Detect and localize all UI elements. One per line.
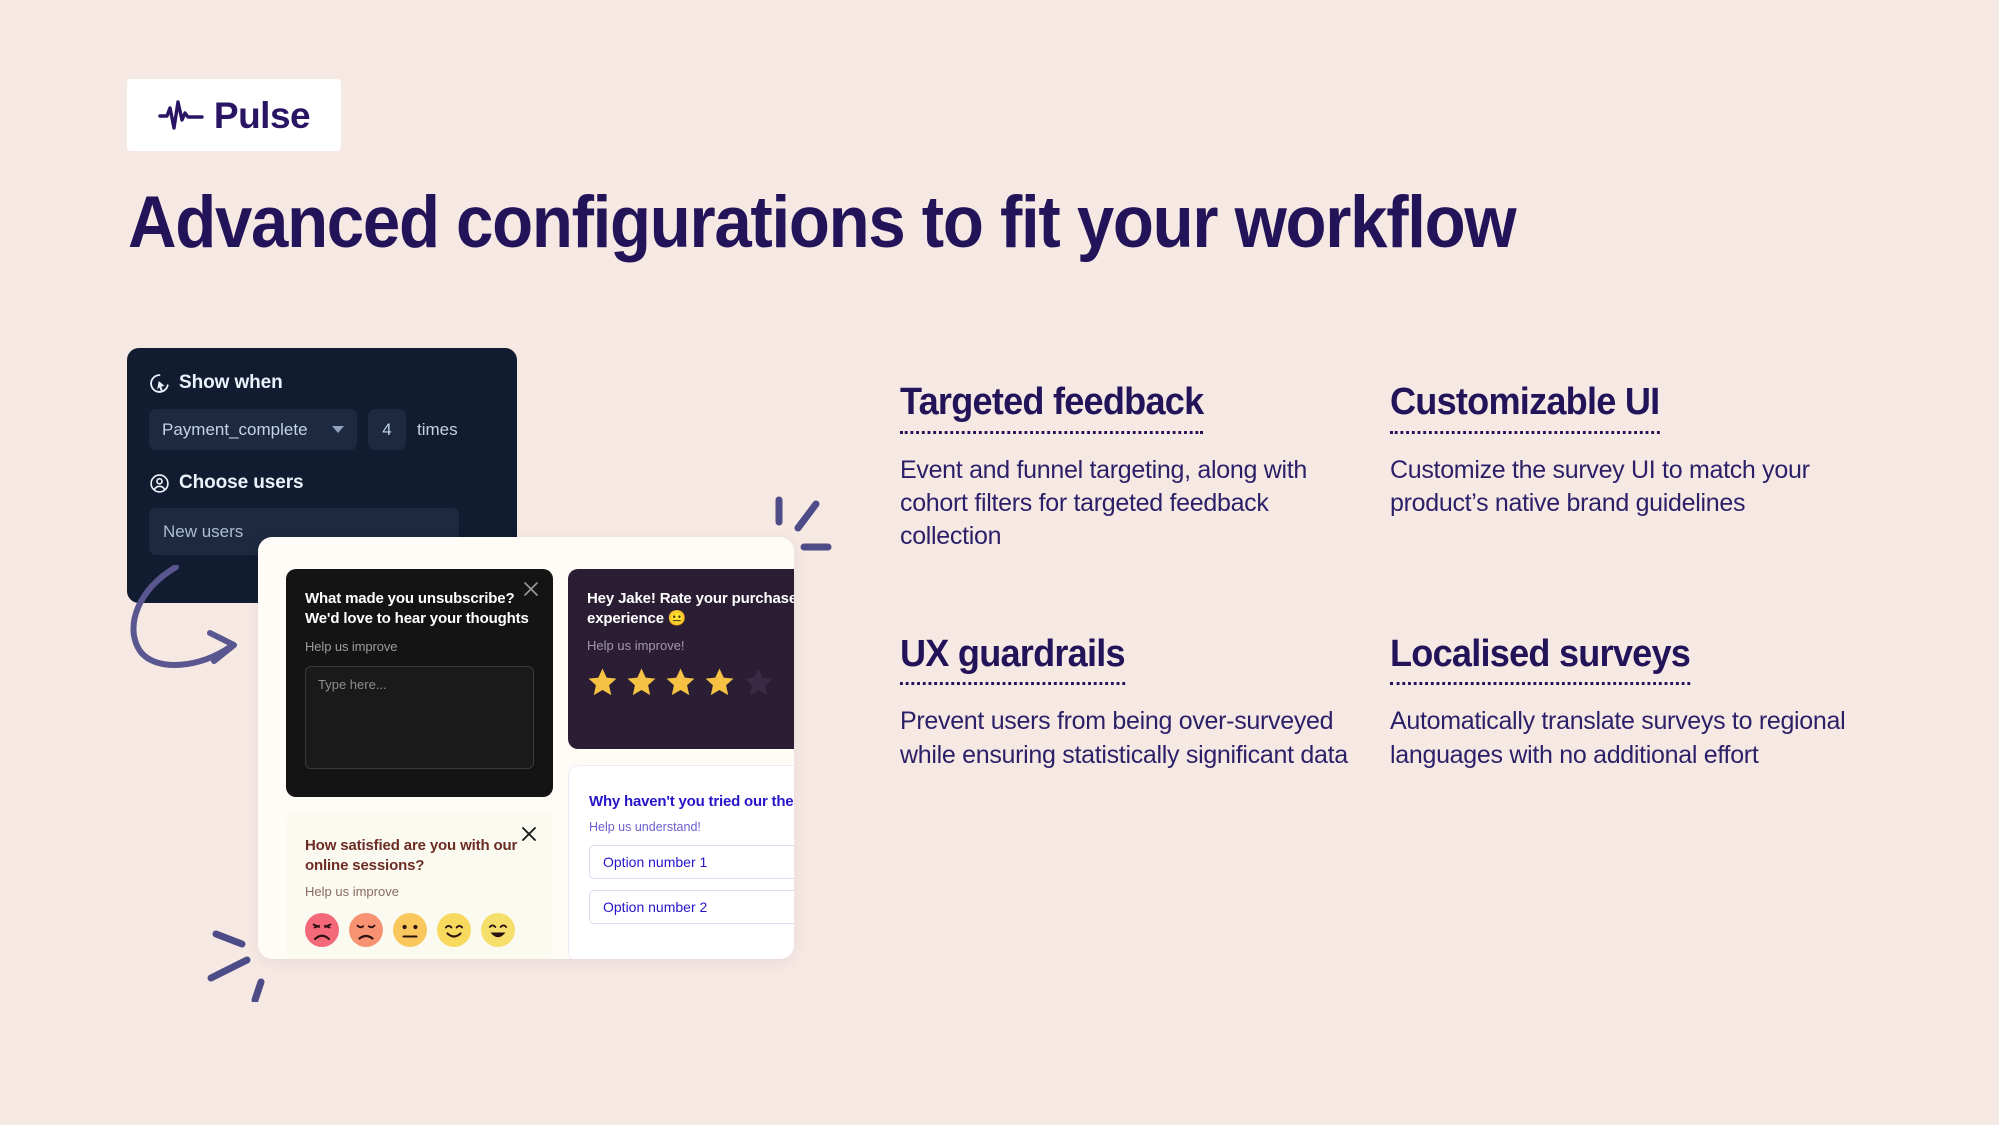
brand-name: Pulse [213,94,311,136]
pulse-waveform-icon [158,100,204,130]
survey-subtitle: Help us improve [305,883,399,899]
survey-option[interactable]: Option number 2 [589,889,794,924]
angry-face-icon[interactable] [305,912,339,947]
event-select-value: Payment_complete [162,419,308,439]
star-icon-filled[interactable] [704,667,735,697]
survey-card-rating: Hey Jake! Rate your purchase experience … [568,569,794,749]
page-root: Pulse Advanced configurations to fit you… [0,0,1999,1125]
curved-arrow-icon [130,565,237,668]
feature-item-ux-guardrails: UX guardrails Prevent users from being o… [900,633,1390,772]
smile-face-icon[interactable] [437,912,471,947]
feature-heading: Customizable UI [1390,381,1660,434]
cursor-click-icon [150,373,169,393]
sad-face-icon[interactable] [349,912,383,947]
star-icon-filled[interactable] [587,667,618,697]
feature-item-localised-surveys: Localised surveys Automatically translat… [1390,633,1880,772]
close-icon[interactable] [523,581,539,597]
feature-body: Prevent users from being over-surveyed w… [900,707,1348,769]
happy-face-icon[interactable] [481,912,515,947]
feature-item-targeted-feedback: Targeted feedback Event and funnel targe… [900,381,1390,554]
survey-question: Hey Jake! Rate your purchase experience … [587,590,794,628]
survey-subtitle: Help us improve [305,638,398,654]
brand-logo[interactable]: Pulse [127,79,341,151]
star-icon-empty[interactable] [743,667,774,697]
show-when-row: Show when [149,372,495,394]
choose-users-row: Choose users [149,472,495,494]
survey-card-satisfaction: How satisfied are you with our online se… [286,812,553,959]
survey-card-unsubscribe: What made you unsubscribe? We'd love to … [286,569,553,797]
neutral-face-icon[interactable] [393,912,427,947]
times-label: times [417,419,458,439]
survey-subtitle: Help us improve! [587,637,685,653]
survey-question: Why haven't you tried our the auto-save … [589,793,794,810]
feature-heading: UX guardrails [900,633,1126,686]
survey-question: How satisfied are you with our online se… [305,837,518,875]
survey-text-input[interactable]: Type here... [305,665,534,769]
event-select[interactable]: Payment_complete [149,409,357,450]
survey-preview-stack: What made you unsubscribe? We'd love to … [258,537,794,959]
survey-option[interactable]: Option number 1 [589,844,794,879]
choose-users-label: Choose users [179,472,304,493]
survey-subtitle: Help us understand! [589,819,701,834]
feature-heading: Targeted feedback [900,381,1204,434]
page-title: Advanced configurations to fit your work… [128,182,1517,263]
survey-card-options: Why haven't you tried our the auto-save … [568,765,794,959]
chevron-down-icon [332,426,344,433]
user-circle-icon [150,473,169,493]
close-icon[interactable] [521,826,537,842]
survey-question: What made you unsubscribe? We'd love to … [305,590,529,628]
feature-body: Event and funnel targeting, along with c… [900,455,1307,551]
feature-body: Automatically translate surveys to regio… [1390,707,1846,769]
feature-item-customizable-ui: Customizable UI Customize the survey UI … [1390,381,1880,554]
emoji-rating-scale[interactable] [305,912,534,947]
show-when-controls: Payment_complete 4 times [149,409,495,450]
show-when-label: Show when [179,372,283,393]
star-icon-filled[interactable] [665,667,696,697]
feature-grid: Targeted feedback Event and funnel targe… [900,381,1900,772]
feature-body: Customize the survey UI to match your pr… [1390,455,1810,518]
event-count-input[interactable]: 4 [368,409,406,450]
star-rating[interactable] [587,667,794,697]
star-icon-filled[interactable] [626,667,657,697]
feature-heading: Localised surveys [1390,633,1691,686]
